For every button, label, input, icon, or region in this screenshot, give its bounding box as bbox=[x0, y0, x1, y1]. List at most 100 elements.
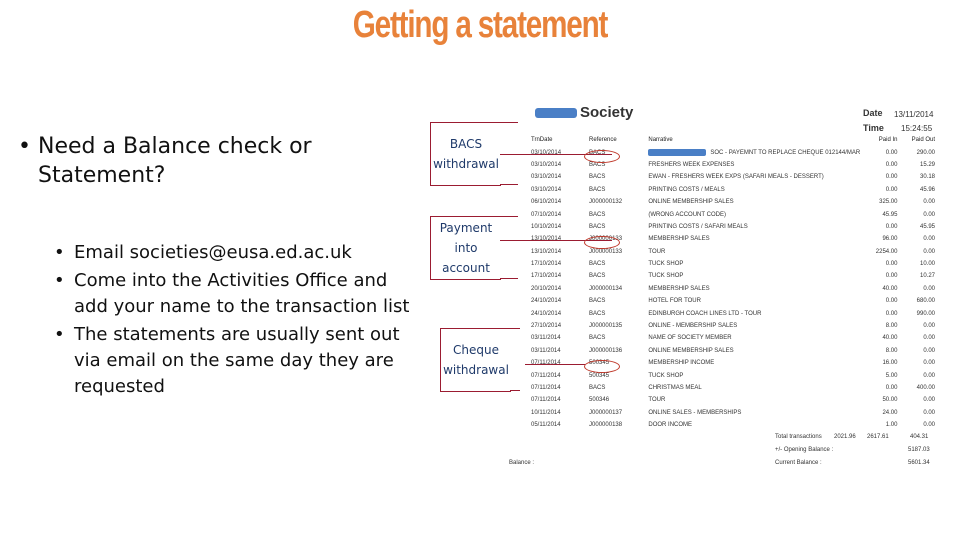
table-row: 07/11/2014 BACS CHRISTMAS MEAL 0.00 400.00 bbox=[531, 382, 935, 394]
cell-paid-in-text: 0.00 bbox=[885, 261, 898, 268]
cell-narrative: PRINTING COSTS / SAFARI MEALS bbox=[648, 221, 860, 233]
cell-paid-out: 45.95 bbox=[897, 221, 935, 233]
cell-reference: BACS bbox=[589, 382, 648, 394]
cell-reference-text: 500346 bbox=[589, 397, 610, 404]
cell-date-text: 20/10/2014 bbox=[531, 285, 562, 292]
cell-date-text: 03/10/2014 bbox=[531, 174, 562, 181]
cell-reference-text: 500345 bbox=[589, 372, 610, 379]
slide-title: Getting a statement bbox=[352, 4, 609, 46]
cell-narrative-text: CHRISTMAS MEAL bbox=[648, 385, 702, 391]
bullet-icon: • bbox=[54, 242, 65, 263]
cell-reference-text: J000000133 bbox=[589, 236, 623, 243]
cell-narrative: TUCK SHOP bbox=[648, 258, 860, 270]
society-name: Society bbox=[535, 104, 633, 121]
cell-narrative-text: TUCK SHOP bbox=[648, 273, 684, 280]
table-row: 03/10/2014 BACS SOC - PAYEMNT TO REPLACE C… bbox=[531, 146, 935, 158]
cell-paid-out-text: 400.00 bbox=[916, 385, 935, 391]
statement-image: Society Date 13/11/2014 Time 15:24:55 Tr… bbox=[505, 100, 935, 475]
cell-reference-text: BACS bbox=[589, 161, 606, 168]
table-row: 05/11/2014 J000000138 DOOR INCOME 1.00 0.00 bbox=[531, 419, 935, 431]
cell-reference: J000000133 bbox=[589, 233, 648, 245]
cell-narrative-text: FRESHERS WEEK EXPENSES bbox=[648, 161, 735, 168]
table-row: 07/11/2014 500345 MEMBERSHIP INCOME 16.00 0.… bbox=[531, 357, 935, 369]
cell-narrative: MEMBERSHIP SALES bbox=[648, 233, 860, 245]
cell-paid-in: 0.00 bbox=[860, 307, 898, 319]
cell-date-text: 17/10/2014 bbox=[531, 261, 562, 268]
cell-reference-text: BACS bbox=[589, 261, 606, 268]
sub-bullet: • The statements are usually sent out via… bbox=[54, 322, 418, 400]
cell-paid-out: 0.00 bbox=[897, 246, 935, 258]
cell-reference: J000000132 bbox=[589, 196, 648, 208]
table-row: 07/10/2014 BACS (WRONG ACCOUNT CODE) 45.95 0… bbox=[531, 208, 935, 220]
cell-narrative: TOUR bbox=[648, 394, 860, 406]
table-row: 10/11/2014 J000000137 ONLINE SALES - MEMBE… bbox=[531, 407, 935, 419]
cell-paid-out: 10.00 bbox=[897, 258, 935, 270]
cell-paid-in: 40.00 bbox=[860, 332, 897, 344]
cell-paid-in-text: 40.00 bbox=[882, 335, 898, 342]
cell-date: 07/10/2014 bbox=[531, 208, 589, 220]
cell-narrative: PRINTING COSTS / MEALS bbox=[648, 184, 860, 196]
cell-paid-in-text: 1.00 bbox=[885, 422, 898, 429]
cell-paid-out-text: 0.00 bbox=[923, 397, 935, 404]
table-row: 07/11/2014 500346 TOUR 50.00 0.00 bbox=[531, 394, 935, 406]
cell-reference-text: J000000135 bbox=[589, 323, 623, 330]
cell-paid-in-text: 40.00 bbox=[882, 285, 898, 292]
cell-reference-text: BACS bbox=[589, 335, 606, 342]
cell-paid-in: 0.00 bbox=[860, 258, 898, 270]
redaction bbox=[648, 149, 707, 157]
bullet-icon: • bbox=[54, 270, 65, 291]
sub-bullet-text: The statements are usually sent out via … bbox=[74, 324, 400, 397]
cell-narrative-text: (WRONG ACCOUNT CODE) bbox=[648, 211, 726, 218]
table-row: 03/11/2014 BACS NAME OF SOCIETY MEMBER 40.0… bbox=[531, 332, 935, 344]
cell-paid-out-text: 0.00 bbox=[923, 335, 935, 342]
cell-paid-out-text: 990.00 bbox=[916, 310, 935, 317]
cell-paid-in-text: 0.00 bbox=[885, 149, 898, 156]
cell-narrative-text: ONLINE MEMBERSHIP SALES bbox=[648, 199, 734, 206]
cell-paid-in-text: 0.00 bbox=[885, 223, 898, 230]
cell-paid-out-text: 10.27 bbox=[919, 273, 935, 280]
cell-reference: 500345 bbox=[589, 357, 648, 369]
cell-paid-in: 0.00 bbox=[860, 270, 898, 282]
cell-narrative-text: TUCK SHOP bbox=[648, 261, 684, 268]
cell-paid-out-text: 0.00 bbox=[923, 248, 935, 255]
cell-narrative: FRESHERS WEEK EXPENSES bbox=[648, 159, 860, 171]
cell-paid-out: 15.29 bbox=[897, 159, 935, 171]
cell-reference: BACS bbox=[589, 295, 648, 307]
cell-paid-out: 0.00 bbox=[897, 369, 935, 381]
cell-paid-in: 45.95 bbox=[860, 208, 897, 220]
cell-date-text: 24/10/2014 bbox=[531, 298, 562, 305]
cell-date-text: 13/10/2014 bbox=[531, 248, 562, 255]
cell-date-text: 10/10/2014 bbox=[531, 223, 562, 230]
cell-paid-in-text: 0.00 bbox=[885, 161, 898, 168]
cell-date: 24/10/2014 bbox=[531, 307, 589, 319]
cell-paid-out: 0.00 bbox=[897, 233, 935, 245]
cell-paid-in: 2254.00 bbox=[860, 246, 898, 258]
cell-paid-out: 680.00 bbox=[897, 295, 935, 307]
cell-paid-in: 5.00 bbox=[860, 369, 898, 381]
cell-paid-in-text: 8.00 bbox=[885, 323, 898, 330]
cell-reference: J000000137 bbox=[589, 407, 648, 419]
col-header-narrative: Narrative bbox=[648, 137, 673, 144]
cell-narrative-text: MEMBERSHIP SALES bbox=[648, 236, 710, 243]
cell-paid-in-text: 96.00 bbox=[882, 236, 898, 243]
cell-reference: BACS bbox=[589, 332, 648, 344]
table-row: 03/10/2014 BACS EWAN - FRESHERS WEEK EXPS … bbox=[531, 171, 935, 183]
table-row: 24/10/2014 BACS EDINBURGH COACH LINES LTD … bbox=[531, 307, 935, 319]
current-balance-label: Current Balance : bbox=[775, 460, 822, 466]
cell-reference-text: 500345 bbox=[589, 360, 610, 367]
cell-paid-out-text: 0.00 bbox=[923, 360, 935, 367]
cell-reference: BACS bbox=[589, 270, 648, 282]
cell-paid-out: 0.00 bbox=[897, 407, 935, 419]
cell-paid-in: 325.00 bbox=[860, 196, 897, 208]
cell-date: 24/10/2014 bbox=[531, 295, 589, 307]
cell-reference: BACS bbox=[589, 307, 648, 319]
cell-date-text: 07/11/2014 bbox=[531, 372, 561, 379]
cell-paid-out-text: 0.00 bbox=[923, 236, 935, 243]
cell-paid-in-text: 0.00 bbox=[885, 385, 898, 391]
cell-reference: J000000136 bbox=[589, 345, 648, 357]
balance-label: Balance : bbox=[509, 460, 535, 466]
cell-reference-text: J000000132 bbox=[589, 199, 623, 206]
cell-paid-out-text: 0.00 bbox=[923, 347, 935, 354]
cell-narrative: EWAN - FRESHERS WEEK EXPS (SAFARI MEALS … bbox=[648, 171, 860, 183]
cell-date: 03/11/2014 bbox=[531, 345, 589, 357]
